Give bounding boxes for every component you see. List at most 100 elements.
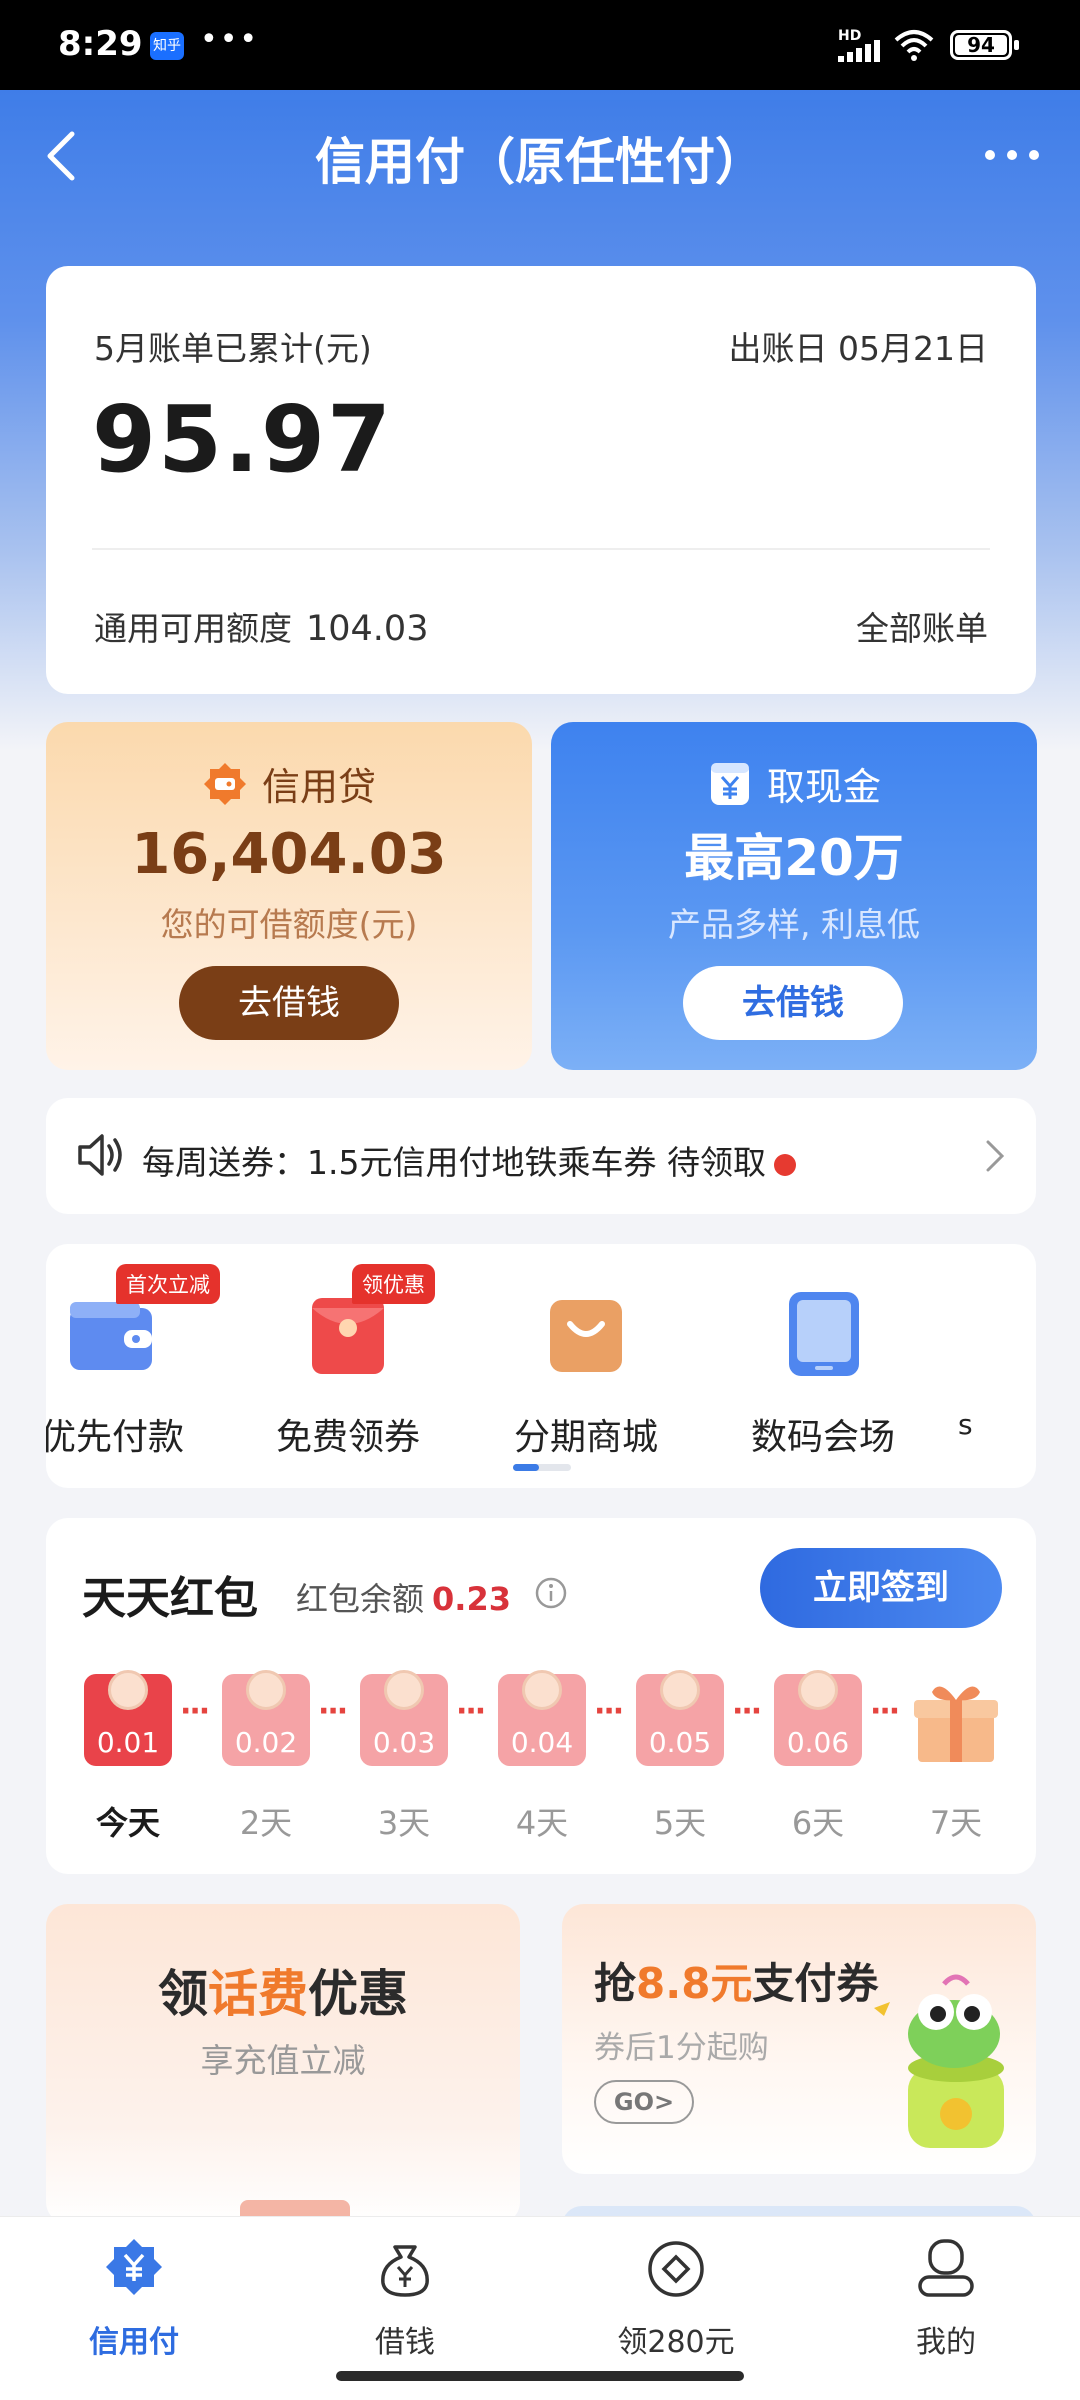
- unread-dot: [773, 1153, 796, 1176]
- money-bag-icon: [381, 2245, 429, 2297]
- frog-mascot-icon: [874, 1974, 1004, 2148]
- bill-amount: 95.97: [92, 386, 394, 493]
- tab-label: 我的: [916, 2325, 976, 2360]
- credit-loan-card[interactable]: 信用贷 16,404.03 您的可借额度(元) 去借钱: [46, 722, 532, 1070]
- shopping-bag-icon: [550, 1300, 622, 1372]
- quick-item-installment-mall[interactable]: 分期商城: [486, 1284, 686, 1460]
- progress-dots: ···: [870, 1694, 900, 1729]
- tab-label: 信用付: [89, 2325, 179, 2360]
- coin-icon: [522, 1670, 562, 1710]
- status-bar: 8:29 知乎 ••• HD 94: [0, 0, 1080, 90]
- sign-in-button[interactable]: 立即签到: [760, 1548, 1002, 1628]
- red-packet-day-5: 0.05: [636, 1670, 724, 1766]
- red-packet-value: 0.05: [648, 1726, 712, 1759]
- credit-loan-title: 信用贷: [261, 765, 376, 809]
- phone-promo-title: 领话费优惠: [46, 1954, 520, 2026]
- red-packet-day-3: 0.03: [360, 1670, 448, 1766]
- available-limit-label: 通用可用额度: [94, 609, 292, 648]
- phone-promo-subtitle: 享充值立减: [200, 2041, 366, 2080]
- red-packet-value: 0.03: [372, 1726, 436, 1759]
- daily-red-packet-card: 天天红包 红包余额 0.23 立即签到 0.01 ··· 0.02 ··· 0.0…: [46, 1518, 1036, 1874]
- quick-item-partial[interactable]: s: [958, 1284, 1018, 1441]
- day-label-today: 今天: [95, 1804, 160, 1842]
- signal-icon: [838, 40, 880, 62]
- quick-item-free-coupon[interactable]: 领优惠 免费领券: [248, 1264, 448, 1460]
- red-packet-title: 天天红包: [82, 1573, 258, 1624]
- gift-box-icon: [914, 1686, 998, 1762]
- day-label: 6天: [791, 1804, 845, 1842]
- battery-level: 94: [967, 33, 995, 57]
- available-limit: 通用可用额度 104.03: [94, 602, 428, 650]
- phone-promo-title-pre: 领: [158, 1965, 208, 2023]
- first-discount-tag: 首次立减: [116, 1264, 220, 1304]
- speaker-icon: [78, 1134, 122, 1176]
- red-packet-day-4: 0.04: [498, 1670, 586, 1766]
- red-packet-value: 0.04: [510, 1726, 574, 1759]
- zhihu-app-icon: 知乎: [150, 32, 184, 60]
- coupon-tag: 领优惠: [352, 1264, 435, 1304]
- tab-label: 借钱: [375, 2325, 435, 2360]
- red-packet-balance-label: 红包余额: [296, 1580, 425, 1618]
- progress-dots: ···: [180, 1694, 210, 1729]
- home-indicator[interactable]: [336, 2371, 744, 2381]
- cash-withdraw-card[interactable]: 取现金 最高20万 产品多样, 利息低 去借钱: [551, 722, 1037, 1070]
- quick-item-label: s: [958, 1408, 973, 1441]
- red-packet-value: 0.01: [96, 1726, 160, 1759]
- go-button[interactable]: GO>: [594, 2080, 694, 2124]
- red-packet-balance-value: 0.23: [432, 1580, 511, 1618]
- bill-summary-card: 5月账单已累计(元) 出账日 05月21日 95.97 通用可用额度 104.03…: [46, 266, 1036, 694]
- pay-promo-title-pre: 抢: [594, 1959, 637, 2008]
- chevron-right-icon: [986, 1140, 1005, 1172]
- status-more-icon: •••: [200, 22, 260, 57]
- payment-coupon-promo-card[interactable]: 抢8.8元支付券 券后1分起购 GO>: [562, 1904, 1036, 2174]
- credit-loan-header: 信用贷: [46, 756, 532, 810]
- cash-subtitle: 产品多样, 利息低: [668, 905, 920, 944]
- bill-month-label: 5月账单已累计(元): [94, 329, 372, 368]
- loan-borrow-button[interactable]: 去借钱: [179, 966, 399, 1040]
- credit-loan-icon: [203, 762, 246, 805]
- tab-borrow[interactable]: 借钱: [305, 2237, 505, 2361]
- phone-promo-title-post: 优惠: [308, 1965, 408, 2023]
- quick-item-priority-pay[interactable]: 首次立减 优先付款: [46, 1264, 220, 1460]
- coin-diamond-icon: [648, 2241, 704, 2297]
- credit-loan-subtitle: 您的可借额度(元): [160, 905, 418, 944]
- phone-bill-promo-card[interactable]: 领话费优惠 享充值立减: [46, 1904, 520, 2230]
- coin-icon: [798, 1670, 838, 1710]
- more-options-icon[interactable]: [985, 150, 1045, 162]
- coupon-notice-bar[interactable]: 每周送券：1.5元信用付地铁乘车券 待领取: [46, 1098, 1036, 1214]
- day-label: 4天: [515, 1804, 569, 1842]
- day-label: 7天: [929, 1804, 983, 1842]
- battery-icon: 94: [950, 30, 1019, 60]
- info-icon[interactable]: [534, 1576, 568, 1610]
- quick-item-label: 优先付款: [46, 1417, 184, 1458]
- coin-icon: [660, 1670, 700, 1710]
- available-limit-value: 104.03: [306, 609, 429, 649]
- quick-item-label: 免费领券: [275, 1417, 420, 1458]
- progress-dots: ···: [732, 1694, 762, 1729]
- coin-icon: [108, 1670, 148, 1710]
- quick-item-digital-venue[interactable]: 数码会场: [723, 1284, 923, 1460]
- red-packet-value: 0.02: [234, 1726, 298, 1759]
- progress-dots: ···: [318, 1694, 348, 1729]
- red-packet-day-2: 0.02: [222, 1670, 310, 1766]
- billing-date: 出账日 05月21日: [728, 329, 988, 368]
- divider: [92, 548, 990, 550]
- page-title: 信用付（原任性付）: [315, 133, 765, 191]
- tab-claim-280[interactable]: 领280元: [576, 2237, 776, 2361]
- notice-text: 每周送券：1.5元信用付地铁乘车券 待领取: [142, 1136, 796, 1184]
- profile-icon: [918, 2239, 974, 2297]
- tab-credit-pay[interactable]: 信用付: [34, 2237, 234, 2361]
- red-packet-day-1[interactable]: 0.01: [84, 1670, 172, 1766]
- red-packet-value: 0.06: [786, 1726, 850, 1759]
- progress-dots: ···: [594, 1694, 624, 1729]
- coin-icon: [384, 1670, 424, 1710]
- progress-dots: ···: [456, 1694, 486, 1729]
- cash-yuan-icon: [710, 762, 749, 805]
- tab-label: 领280元: [617, 2325, 735, 2360]
- day-label: 5天: [653, 1804, 707, 1842]
- credit-loan-amount: 16,404.03: [131, 822, 447, 887]
- all-bills-link[interactable]: 全部账单: [856, 602, 988, 650]
- cash-borrow-button[interactable]: 去借钱: [683, 966, 903, 1040]
- tab-mine[interactable]: 我的: [846, 2237, 1046, 2361]
- status-time: 8:29: [58, 24, 143, 64]
